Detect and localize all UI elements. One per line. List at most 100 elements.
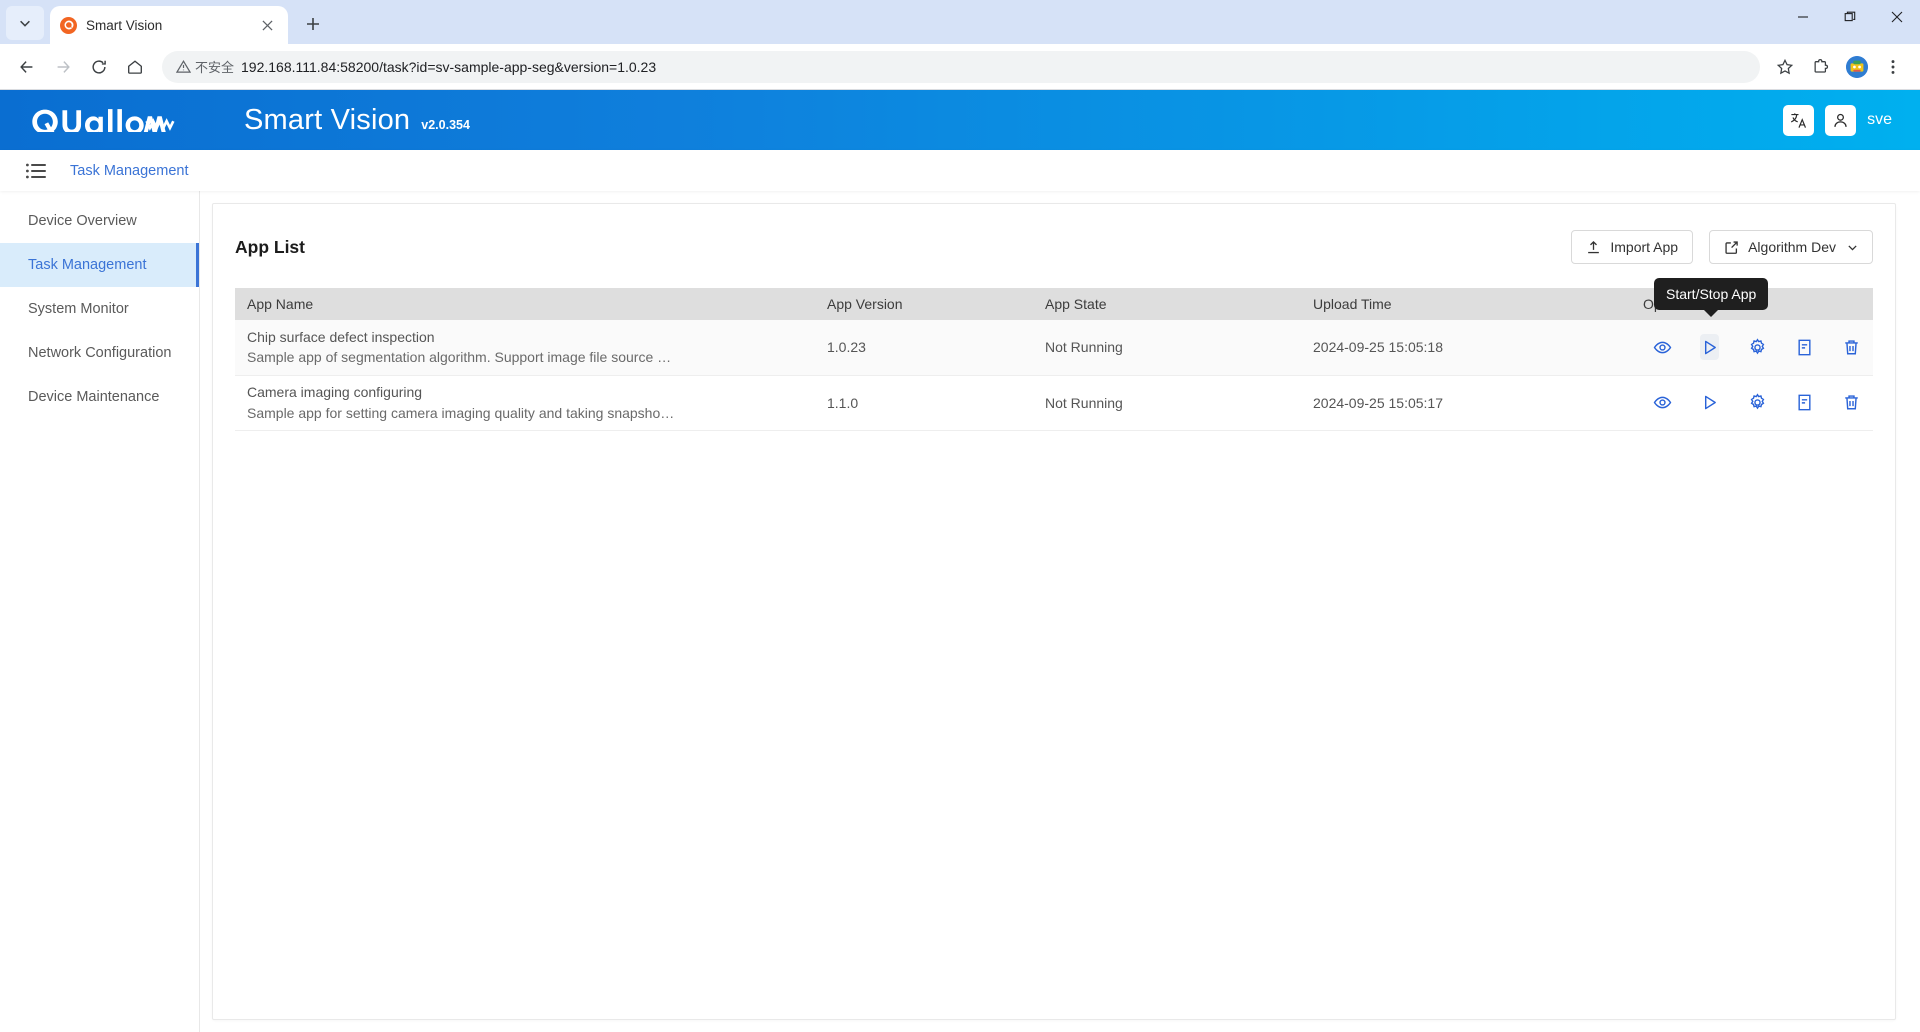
app-name-text: Camera imaging configuring <box>247 384 423 401</box>
start-stop-app-button[interactable] <box>1700 390 1719 416</box>
cell-upload-time: 2024-09-25 15:05:18 <box>1301 320 1631 376</box>
web-page: Smart Vision v2.0.354 sve Task Managemen… <box>0 90 1920 1032</box>
cell-app-state: Not Running <box>1033 375 1301 431</box>
import-app-button[interactable]: Import App <box>1571 230 1694 264</box>
user-icon <box>1834 113 1847 127</box>
breadcrumb-bar: Task Management <box>0 150 1920 191</box>
maximize-button[interactable] <box>1826 0 1873 34</box>
close-icon[interactable] <box>256 14 278 36</box>
sidebar-item-device-maintenance[interactable]: Device Maintenance <box>0 375 199 419</box>
external-link-icon <box>1725 240 1738 254</box>
table-row[interactable]: Chip surface defect inspection Sample ap… <box>235 320 1873 376</box>
gear-icon <box>1750 338 1764 355</box>
app-description-text: Sample app for setting camera imaging qu… <box>247 404 675 421</box>
puzzle-icon <box>1814 58 1829 73</box>
app-name-text: Chip surface defect inspection <box>247 328 435 345</box>
reload-icon <box>92 59 106 74</box>
table-row[interactable]: Camera imaging configuring Sample app fo… <box>235 375 1873 431</box>
column-header-app-name: App Name <box>235 288 815 320</box>
breadcrumb-current[interactable]: Task Management <box>70 163 188 179</box>
browser-menu-button[interactable] <box>1876 50 1910 84</box>
home-icon <box>128 59 142 74</box>
qualcomm-logo <box>28 108 180 132</box>
algorithm-dev-button[interactable]: Algorithm Dev <box>1709 230 1873 264</box>
app-settings-button[interactable] <box>1747 390 1766 416</box>
app-table-body: Chip surface defect inspection Sample ap… <box>235 320 1873 431</box>
cell-app-version: 1.0.23 <box>815 320 1033 376</box>
algorithm-dev-label: Algorithm Dev <box>1748 239 1836 255</box>
column-header-upload-time: Upload Time <box>1301 288 1631 320</box>
browser-tab[interactable]: Smart Vision <box>50 6 288 44</box>
upload-icon <box>1588 240 1600 253</box>
reload-button[interactable] <box>82 50 116 84</box>
view-app-button[interactable] <box>1653 334 1672 360</box>
card-title: App List <box>235 236 305 257</box>
delete-app-button[interactable] <box>1842 334 1861 360</box>
app-title-group: Smart Vision v2.0.354 <box>244 104 470 137</box>
sidebar-item-device-overview[interactable]: Device Overview <box>0 199 199 243</box>
app-table: App Name App Version App State Upload Ti… <box>235 288 1873 431</box>
cell-app-state: Not Running <box>1033 320 1301 376</box>
document-icon <box>1798 394 1811 411</box>
app-log-button[interactable] <box>1795 334 1814 360</box>
cell-operations <box>1631 320 1873 376</box>
tab-search-button[interactable] <box>6 6 44 40</box>
translate-icon <box>1791 112 1807 128</box>
address-bar[interactable]: 不安全 192.168.111.84:58200/task?id=sv-samp… <box>162 50 1760 83</box>
tab-title: Smart Vision <box>86 17 163 33</box>
app-settings-button[interactable] <box>1747 334 1766 360</box>
language-button[interactable] <box>1783 104 1815 136</box>
trash-icon <box>1845 340 1858 355</box>
delete-app-button[interactable] <box>1842 390 1861 416</box>
security-label: 不安全 <box>195 60 235 75</box>
profile-button[interactable] <box>1840 50 1874 84</box>
minimize-icon <box>1797 16 1808 18</box>
star-icon <box>1776 58 1794 74</box>
profile-avatar <box>1846 55 1868 78</box>
close-icon <box>1891 11 1902 23</box>
column-header-app-state: App State <box>1033 288 1301 320</box>
sidebar-item-task-management[interactable]: Task Management <box>0 243 199 287</box>
forward-button[interactable] <box>46 50 80 84</box>
main-content: App List Import App Algorithm Dev App Na… <box>200 191 1920 1032</box>
app-log-button[interactable] <box>1795 390 1814 416</box>
user-name-label[interactable]: sve <box>1867 111 1892 129</box>
cell-upload-time: 2024-09-25 15:05:17 <box>1301 375 1631 431</box>
chevron-down-icon <box>20 20 30 27</box>
close-window-button[interactable] <box>1873 0 1920 34</box>
window-controls <box>1779 0 1920 44</box>
card-header: App List Import App Algorithm Dev <box>235 222 1873 264</box>
page-body: Device Overview Task Management System M… <box>0 191 1920 1032</box>
back-icon <box>20 60 33 73</box>
view-app-button[interactable] <box>1653 390 1672 416</box>
toolbar-right-group <box>1768 50 1910 84</box>
app-table-wrapper: App Name App Version App State Upload Ti… <box>235 278 1873 431</box>
cell-app-version: 1.1.0 <box>815 375 1033 431</box>
maximize-icon <box>1844 11 1855 22</box>
gear-icon <box>1750 393 1764 410</box>
chevron-down-icon <box>1848 244 1857 251</box>
qualcomm-logo-mark <box>63 20 73 30</box>
home-button[interactable] <box>118 50 152 84</box>
extensions-button[interactable] <box>1804 50 1838 84</box>
app-version-label: v2.0.354 <box>421 117 470 132</box>
bookmark-button[interactable] <box>1768 50 1802 84</box>
tooltip-start-stop-app: Start/Stop App <box>1654 278 1769 317</box>
start-stop-app-button[interactable] <box>1700 334 1720 361</box>
not-secure-indicator[interactable]: 不安全 <box>176 57 234 76</box>
sidebar-nav: Device Overview Task Management System M… <box>0 191 200 1032</box>
eye-icon <box>1653 396 1672 409</box>
table-header-row: App Name App Version App State Upload Ti… <box>235 288 1873 320</box>
minimize-button[interactable] <box>1779 0 1826 34</box>
app-list-card: App List Import App Algorithm Dev App Na… <box>212 203 1896 1020</box>
forward-icon <box>57 60 70 73</box>
hamburger-menu-icon[interactable] <box>26 161 46 181</box>
sidebar-item-label: Network Configuration <box>28 345 172 361</box>
browser-window: Smart Vision 不安全 192.168.111.84:58200/ta… <box>0 0 1920 1032</box>
eye-icon <box>1653 341 1672 354</box>
sidebar-item-system-monitor[interactable]: System Monitor <box>0 287 199 331</box>
new-tab-button[interactable] <box>298 9 328 39</box>
sidebar-item-network-configuration[interactable]: Network Configuration <box>0 331 199 375</box>
back-button[interactable] <box>10 50 44 84</box>
user-button[interactable] <box>1825 104 1857 136</box>
